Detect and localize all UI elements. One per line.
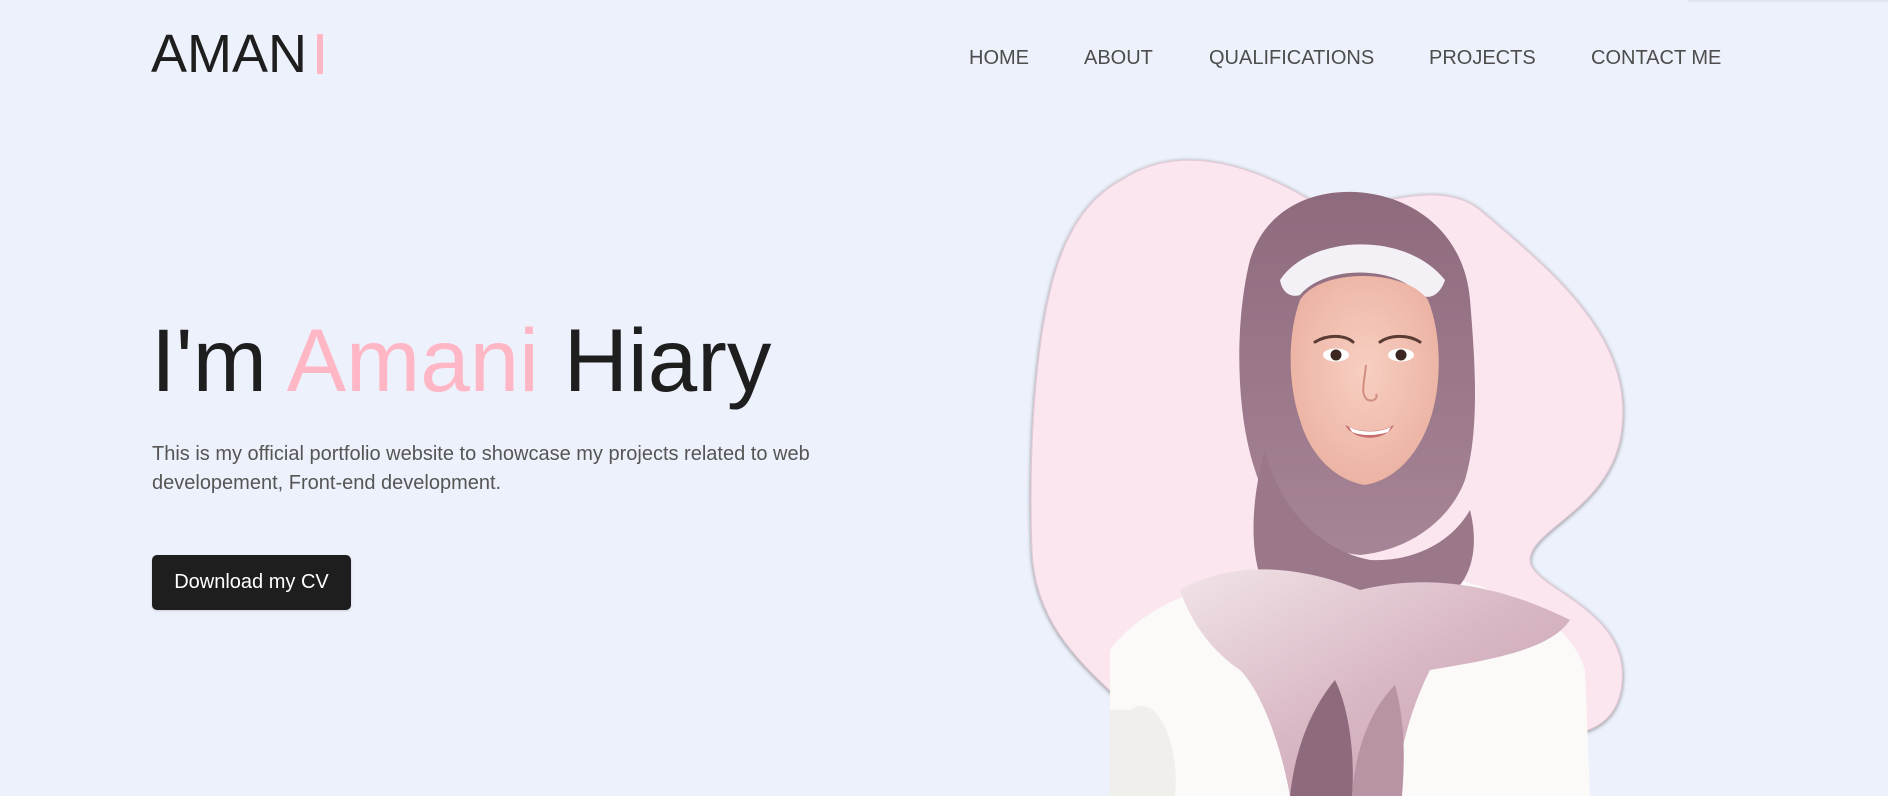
portrait-illustration (1030, 159, 1624, 796)
nav-link-home[interactable]: HOME (969, 44, 1029, 72)
download-cv-button[interactable]: Download my CV (152, 555, 351, 610)
nav-link-qualifications[interactable]: QUALIFICATIONS (1209, 44, 1374, 72)
hero-title: I'm Amani Hiary (151, 310, 771, 410)
nav-link-contact-me[interactable]: CONTACT ME (1591, 44, 1721, 72)
site-header: AMAN HOME ABOUT QUALIFICATIONS PROJECTS … (0, 0, 1888, 110)
nav-link-projects[interactable]: PROJECTS (1429, 44, 1536, 72)
hero-title-accent: Amani (286, 310, 539, 410)
hero-description: This is my official portfolio website to… (152, 443, 810, 494)
profile-portrait (1010, 150, 1660, 796)
hero-title-suffix: Hiary (563, 310, 772, 410)
hero-title-prefix: I'm (151, 310, 267, 410)
main-nav: HOME ABOUT QUALIFICATIONS PROJECTS CONTA… (0, 44, 1888, 74)
nav-link-about[interactable]: ABOUT (1084, 44, 1153, 72)
